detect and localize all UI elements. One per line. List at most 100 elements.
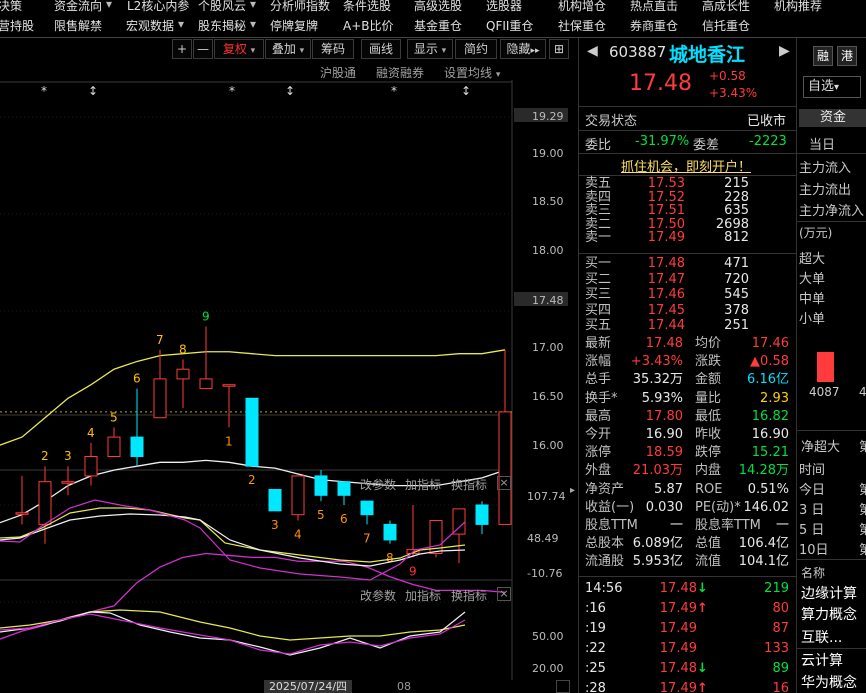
bid-row: 买二 17.47 720 [585,272,793,287]
zixuan-dropdown[interactable]: 自选▾ [803,76,861,98]
next-stock-icon[interactable]: ▶ [779,43,790,59]
tab-zijin[interactable]: 资金 [799,109,866,127]
zoom-in-button[interactable]: + [172,39,192,59]
bid-price[interactable]: 17.48 [648,256,685,271]
nav-item-xuanguqi[interactable]: 选股器 [486,0,522,14]
zoom-out-button[interactable]: — [193,39,213,59]
nav-item-tiaojian[interactable]: 条件选股 [343,0,391,14]
hugutong-link[interactable]: 沪股通 [320,64,356,81]
ask-price[interactable]: 17.51 [648,204,685,217]
nav-item-fenxishi[interactable]: 分析师指数 [270,0,330,14]
nav-item-shebao[interactable]: 社保重仓 [558,17,606,34]
nav-item-gaojixuangu[interactable]: 高级选股 [414,0,462,14]
kline-chart-area[interactable]: 2 345678912345 6789* ↕ * ↕ * ↕ 19.2919.0018.501… [0,80,575,693]
nav-item-jijin[interactable]: 基金重仓 [414,17,462,34]
nav-item-gegu[interactable]: 个股风云 [198,0,246,14]
bid-label: 买五 [585,318,612,333]
size-xiaodan: 小单 [799,312,826,327]
nav-item-zijinliuxiang[interactable]: 资金流向 [54,0,102,14]
concept-2[interactable]: 互联... [801,627,842,647]
ind2-jiazhibiao[interactable]: 加指标 [405,587,441,604]
y-tick-label: 18.00 [532,244,564,257]
stat-value: ▲0.58 [750,354,789,370]
bid-price[interactable]: 17.47 [648,272,685,287]
price-change-pct: +3.43% [709,86,758,100]
fund-item-2: 主力净流入 [799,204,865,219]
ask-label: 卖一 [585,230,612,245]
nav-item-xintuo[interactable]: 信托重仓 [702,17,750,34]
fuquan-dropdown[interactable]: 复权 ▾ [214,39,264,59]
concept-4[interactable]: 华为概念 [801,672,857,692]
ind2-close-icon[interactable]: × [497,587,511,601]
stock-name: 城地香江 [669,44,746,66]
chouma-button[interactable]: 筹码 [312,39,354,59]
concept-0[interactable]: 边缘计算 [801,583,857,603]
scroll-corner[interactable] [556,680,570,693]
candle-body [153,378,167,419]
bid-price[interactable]: 17.44 [648,318,685,333]
promo-link[interactable]: 抓住机会，即刻开户！ [621,156,751,175]
stat-label: 金额 [695,372,722,388]
layout-grid-icon[interactable]: ⊞ [549,39,569,59]
nav-item-jigoutuijian[interactable]: 机构推荐 [774,0,822,14]
bid-price[interactable]: 17.45 [648,303,685,318]
tab-dangri[interactable]: 当日 [809,134,835,153]
bid-price[interactable]: 17.46 [648,287,685,302]
concept-1[interactable]: 算力概念 [801,604,857,624]
stat-row: 净资产 5.87 ROE 0.51% [585,481,793,499]
ask-price[interactable]: 17.53 [648,177,685,190]
ind1-jiazhibiao[interactable]: 加指标 [405,476,441,493]
nav-item-juece[interactable]: 决策 [0,0,22,14]
gang-badge[interactable]: 港 [837,46,857,66]
nav-item-gaochengzhang[interactable]: 高成长性 [702,0,750,14]
rongzirongquan-link[interactable]: 融资融券 [376,64,424,81]
ask-price[interactable]: 17.52 [648,191,685,204]
nav-item-gudong[interactable]: 股东揭秘 [198,17,246,34]
td-down-label: 9 [409,564,417,578]
concept-3[interactable]: 云计算 [801,650,843,670]
stat-label: 今开 [585,427,612,442]
ask-row: 卖二 17.50 2698 [585,218,793,231]
ask-price[interactable]: 17.49 [648,231,685,244]
day-1-di: 第 [859,503,866,518]
ind1-gaicanshu[interactable]: 改参数 [360,476,396,493]
prev-stock-icon[interactable]: ◀ [587,43,598,59]
stat-value: 146.02 [743,499,790,515]
nav-item-chigu[interactable]: 营持股 [0,17,34,34]
nav-item-abbijia[interactable]: A+B比价 [343,17,394,34]
nav-item-qfii[interactable]: QFII重仓 [486,17,533,34]
stat-value: 14.28万 [738,463,789,479]
nav-item-jigouzengcang[interactable]: 机构增仓 [558,0,606,14]
nav-item-redian[interactable]: 热点直击 [630,0,678,14]
td-down-label: 4 [294,528,302,542]
set-ma-link[interactable]: 设置均线 ▾ [444,64,500,81]
ind2-line-yellow [0,609,466,641]
ind2-gaicanshu[interactable]: 改参数 [360,587,396,604]
stat-value: 106.4亿 [738,536,789,552]
nav-item-l2[interactable]: L2核心内参 [127,0,189,14]
nav-item-quanshang[interactable]: 券商重仓 [630,17,678,34]
stat-row: 最高 17.80 最低 16.82 [585,408,793,426]
ind2-huanzhibiao[interactable]: 换指标 [451,587,487,604]
stat-label: ROE [695,481,723,497]
candle-body [107,436,121,458]
diejia-dropdown[interactable]: 叠加 ▾ [265,39,311,59]
nav-item-tingpai[interactable]: 停牌复牌 [270,17,318,34]
collapse-handle-icon[interactable]: ▸ [570,485,576,501]
stat-label: PE(动)* [695,499,741,515]
huaxian-button[interactable]: 画线 [361,39,401,59]
jianyue-button[interactable]: 简约 [455,39,497,59]
ind1-huanzhibiao[interactable]: 换指标 [451,476,487,493]
xianshi-dropdown[interactable]: 显示 ▾ [407,39,453,59]
yincang-button[interactable]: 隐藏▸▸ [500,39,546,59]
nav-item-hongguan[interactable]: 宏观数据 [126,17,174,34]
ind1-close-icon[interactable]: × [497,476,511,490]
nav-item-xianshou[interactable]: 限售解禁 [54,17,102,34]
xianshi-label: 显示 [413,42,438,56]
stat-value: 104.1亿 [738,554,789,570]
chevron-down-icon: ▾ [250,46,256,56]
td-up-label: 6 [133,372,141,386]
tick-volume: 219 [764,581,789,596]
rong-badge[interactable]: 融 [813,46,833,66]
ask-price[interactable]: 17.50 [648,218,685,231]
